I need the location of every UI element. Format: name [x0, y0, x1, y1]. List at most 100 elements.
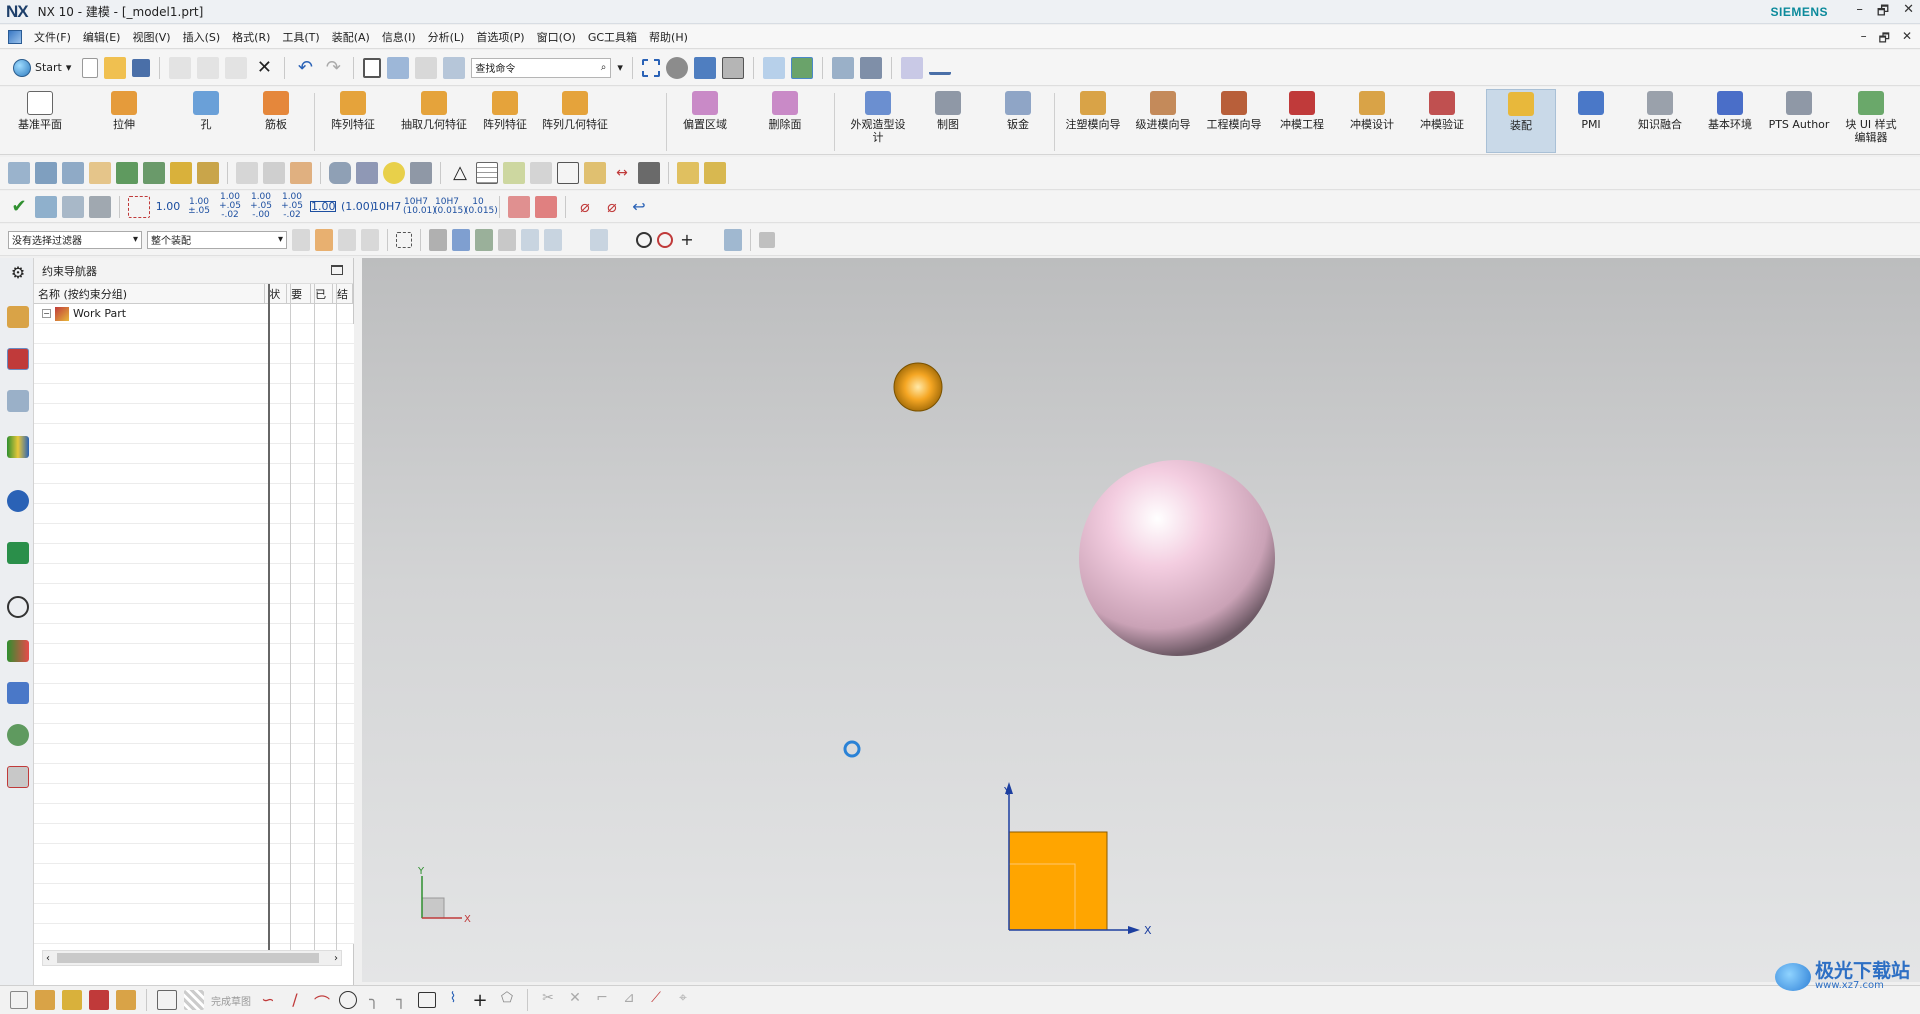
tolerance-bilateral[interactable]: 1.00 +.05 -.02: [217, 193, 243, 220]
switch-window-icon[interactable]: [443, 56, 466, 79]
select-solid-icon[interactable]: [429, 228, 447, 251]
add-table-icon[interactable]: [503, 162, 525, 184]
menu-assembly[interactable]: 装配(A): [332, 29, 370, 45]
pattern-feature-2-button[interactable]: 阵列特征: [474, 89, 536, 153]
select-feature-icon[interactable]: [315, 228, 333, 251]
history-icon[interactable]: [7, 596, 29, 618]
offset-region-button[interactable]: 偏置区域: [674, 89, 736, 153]
tolerance-reference[interactable]: (1.00): [341, 201, 374, 212]
tolerance-limit[interactable]: 1.00 +.05 -.02: [279, 193, 305, 220]
tolerance-basic[interactable]: 1.00: [310, 201, 336, 212]
delete-icon[interactable]: ✕: [253, 57, 275, 79]
dimension-icon[interactable]: ↔: [611, 162, 633, 184]
sketch-curve-icon[interactable]: [236, 162, 258, 184]
box-select-icon[interactable]: [128, 195, 150, 218]
assembly-navigator-icon[interactable]: [7, 306, 29, 328]
clearance-icon[interactable]: [704, 162, 726, 184]
menu-view[interactable]: 视图(V): [132, 29, 170, 45]
paste-icon[interactable]: [225, 56, 248, 79]
search-icon[interactable]: ⌕: [601, 62, 607, 73]
offset-curve-icon[interactable]: ⬠: [497, 990, 517, 1010]
rectangle-tool-icon[interactable]: [418, 992, 436, 1008]
maximize-panel-icon[interactable]: [331, 265, 343, 275]
menu-window[interactable]: 窗口(O): [537, 29, 576, 45]
snap-endpoint-icon[interactable]: [475, 228, 493, 251]
start-button[interactable]: Start ▾: [8, 56, 76, 80]
diameter-disabled-icon[interactable]: ⌀: [601, 196, 623, 218]
geometric-constraint-icon[interactable]: ⌖: [673, 990, 693, 1010]
menu-help[interactable]: 帮助(H): [649, 29, 688, 45]
open-folder-icon[interactable]: [104, 56, 127, 79]
fit-view-icon[interactable]: [641, 58, 660, 77]
select-face-icon[interactable]: [452, 228, 470, 251]
sketch-task-icon[interactable]: [157, 990, 177, 1010]
frame-icon[interactable]: [557, 162, 579, 184]
manufacturing-wizard-icon[interactable]: [7, 682, 29, 704]
block-body[interactable]: [1008, 831, 1108, 931]
horizontal-scrollbar[interactable]: ‹ ›: [42, 950, 342, 966]
hd3d-tools-icon[interactable]: [7, 490, 29, 512]
repeat-command-icon[interactable]: [387, 56, 410, 79]
minimize-button[interactable]: –: [1856, 2, 1863, 24]
selection-mode-icon[interactable]: [790, 56, 813, 79]
tolerance-fit[interactable]: 10H7: [372, 201, 401, 212]
menu-gc-toolkit[interactable]: GC工具箱: [588, 29, 637, 45]
hand-icon[interactable]: [89, 162, 111, 184]
line-icon[interactable]: [521, 228, 539, 251]
command-search-input[interactable]: 查找命令 ⌕: [471, 57, 612, 78]
extend-icon[interactable]: ✕: [565, 990, 585, 1010]
shape-studio-button[interactable]: 外观造型设计: [842, 89, 914, 153]
mirror-curve-icon[interactable]: ⊿: [619, 990, 639, 1010]
constraint-icon[interactable]: [8, 162, 30, 184]
select-component-icon[interactable]: [361, 228, 379, 251]
component-pattern-icon[interactable]: [197, 162, 219, 184]
drafting-button[interactable]: 制图: [920, 89, 976, 153]
pen-icon[interactable]: [356, 162, 378, 184]
triangle-icon[interactable]: △: [449, 162, 471, 184]
curve-icon[interactable]: [567, 229, 585, 251]
sheet-metal-button[interactable]: 钣金: [990, 89, 1046, 153]
line-2-icon[interactable]: [544, 228, 562, 251]
close-button[interactable]: ✕: [1903, 2, 1914, 24]
show-hide-icon[interactable]: [859, 56, 882, 79]
extract-geometry-button[interactable]: 抽取几何特征: [400, 89, 468, 153]
trim-icon[interactable]: ✂: [538, 990, 558, 1010]
move-component-icon[interactable]: [143, 162, 165, 184]
copy-icon[interactable]: [197, 56, 220, 79]
roles-icon[interactable]: [7, 724, 29, 746]
snap-point-icon[interactable]: [900, 56, 923, 79]
menu-edit[interactable]: 编辑(E): [83, 29, 121, 45]
datum-feature-icon[interactable]: [535, 195, 557, 218]
redo-icon[interactable]: ↷: [322, 57, 344, 79]
sketch-icon[interactable]: [10, 991, 28, 1009]
layers-icon[interactable]: [35, 162, 57, 184]
rectangle-select-icon[interactable]: [396, 231, 412, 248]
menu-analysis[interactable]: 分析(L): [428, 29, 465, 45]
surface-icon[interactable]: [263, 162, 285, 184]
chamfer-tool-icon[interactable]: ┐: [391, 990, 411, 1010]
datum-plane-button[interactable]: 基准平面: [10, 89, 70, 153]
corner-icon[interactable]: ⌐: [592, 990, 612, 1010]
selection-filter-select[interactable]: 没有选择过滤器 ▾: [8, 230, 142, 249]
collapse-icon[interactable]: −: [42, 309, 51, 318]
intersection-icon[interactable]: [590, 228, 608, 251]
block-ui-styler-button[interactable]: 块 UI 样式编辑器: [1836, 89, 1906, 153]
die-engineering-button[interactable]: 冲模工程: [1274, 89, 1330, 153]
die-design-button[interactable]: 冲模设计: [1344, 89, 1400, 153]
snap-control-icon[interactable]: [498, 228, 516, 251]
cylinder-icon[interactable]: [329, 162, 351, 184]
app-menu-icon[interactable]: [8, 29, 22, 44]
add-component-icon[interactable]: [116, 162, 138, 184]
window-layout-icon[interactable]: [363, 57, 382, 78]
tolerance-symmetric[interactable]: 1.00 ±.05: [186, 197, 212, 216]
coordinate-system-icon[interactable]: [89, 195, 111, 218]
polygon-tool-icon[interactable]: ⌇: [443, 990, 463, 1010]
pmi-button[interactable]: PMI: [1566, 89, 1616, 153]
engineering-die-button[interactable]: 工程模向导: [1200, 89, 1268, 153]
doc-close-button[interactable]: ✕: [1902, 29, 1912, 50]
knowledge-fusion-button[interactable]: 知识融合: [1630, 89, 1690, 153]
diameter-icon[interactable]: ⌀: [574, 196, 596, 218]
sphere-body[interactable]: [1079, 460, 1275, 656]
gear-icon[interactable]: ⚙: [7, 262, 29, 284]
restore-button[interactable]: 🗗: [1877, 2, 1889, 24]
